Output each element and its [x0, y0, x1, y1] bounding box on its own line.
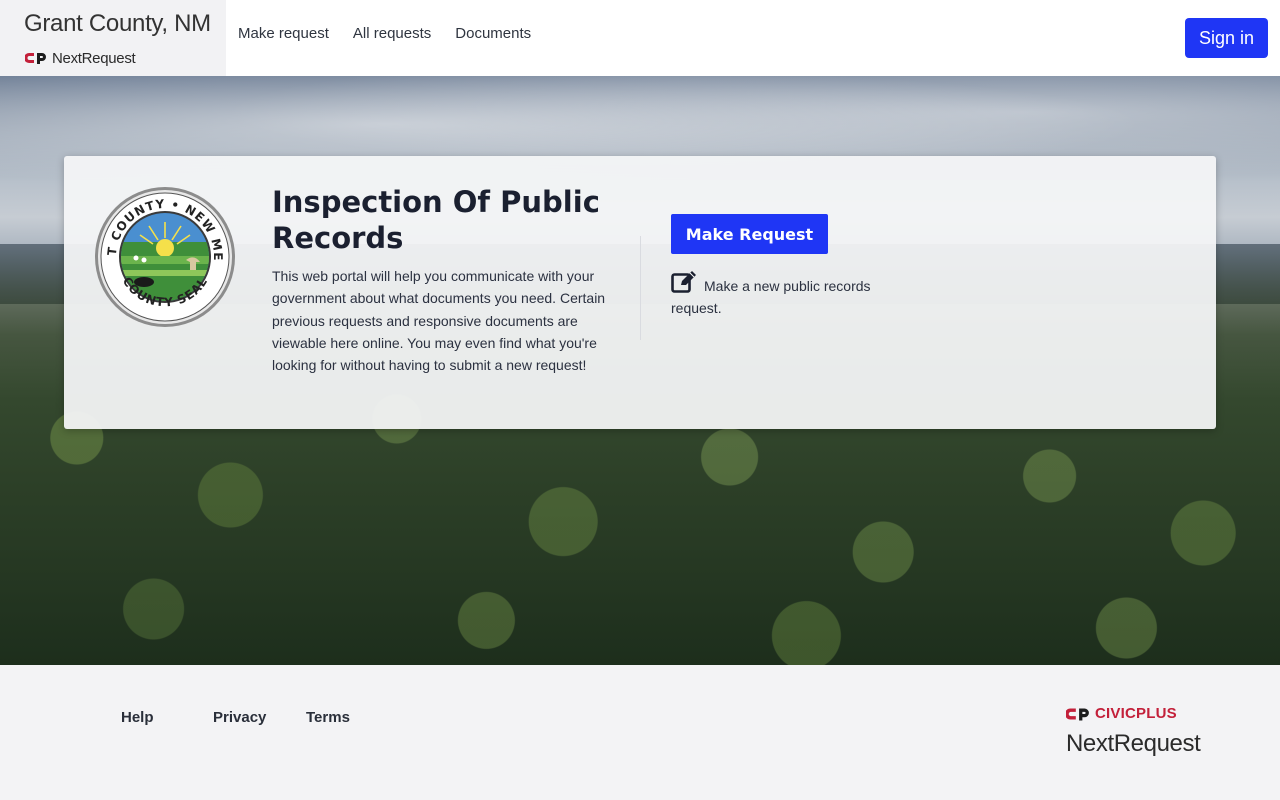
site-footer: Help Privacy Terms CIVICPLUS NextRequest [0, 665, 1280, 800]
county-seal-image: GRANT COUNTY • NEW MEXICO COUNTY SEAL [94, 186, 235, 327]
footer-terms-link[interactable]: Terms [306, 709, 350, 726]
brand-name: NextRequest [52, 49, 136, 67]
make-request-button[interactable]: Make Request [671, 214, 828, 254]
portal-description: This web portal will help you communicat… [272, 268, 606, 374]
nextrequest-logo: NextRequest [25, 49, 136, 67]
footer-privacy-link[interactable]: Privacy [213, 709, 306, 726]
nextrequest-wordmark: NextRequest [1066, 730, 1201, 757]
nav-all-requests[interactable]: All requests [353, 25, 431, 42]
intro-card: GRANT COUNTY • NEW MEXICO COUNTY SEAL In… [64, 156, 1216, 429]
site-header: Grant County, NM NextRequest Make reques… [0, 0, 1280, 76]
brand-block: Grant County, NM NextRequest [0, 0, 226, 76]
sign-in-button[interactable]: Sign in [1185, 18, 1268, 58]
page-title: Inspection Of Public Records [272, 185, 600, 255]
card-divider [640, 236, 641, 340]
nav-make-request[interactable]: Make request [238, 25, 329, 42]
civicplus-logo[interactable]: CIVICPLUS [1066, 705, 1177, 722]
civicplus-mark-icon [25, 53, 46, 64]
make-request-hint-text: Make a new public records request. [671, 278, 871, 316]
edit-icon [671, 271, 696, 293]
civicplus-mark-icon [1066, 708, 1089, 721]
main-nav: Make request All requests Documents [238, 25, 531, 42]
make-request-hint: Make a new public records request. [671, 270, 891, 319]
footer-links: Help Privacy Terms [121, 709, 350, 726]
nav-documents[interactable]: Documents [455, 25, 531, 42]
org-name[interactable]: Grant County, NM [24, 10, 211, 38]
footer-help-link[interactable]: Help [121, 709, 213, 726]
civicplus-wordmark: CIVICPLUS [1095, 705, 1177, 722]
